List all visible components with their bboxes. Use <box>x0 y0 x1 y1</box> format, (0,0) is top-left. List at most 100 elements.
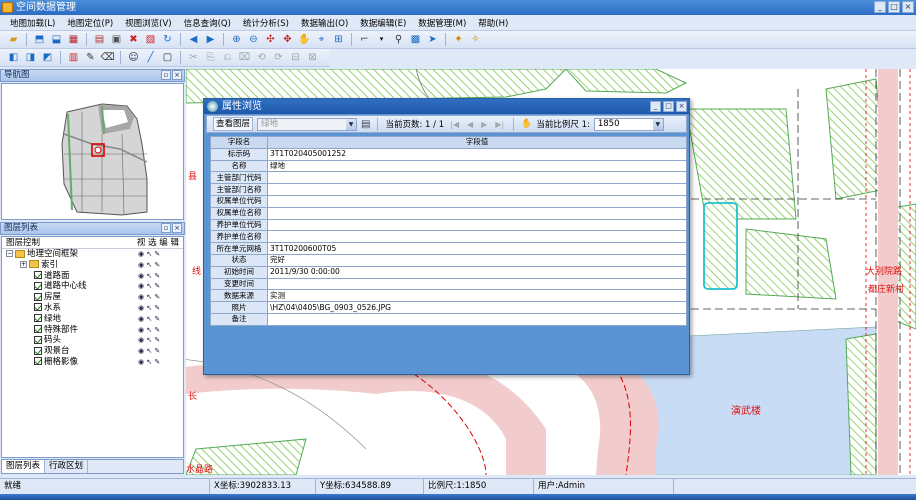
menu-data-edit[interactable]: 数据编辑(E) <box>354 17 412 29</box>
field-value-cell[interactable]: 3T1T0200600T05 <box>267 242 687 255</box>
menu-data-manage[interactable]: 数据管理(M) <box>412 17 472 29</box>
layer-flag-icons[interactable]: ◉ ↖ ✎ <box>138 357 160 368</box>
layer-select[interactable]: 绿地 ▼ <box>257 117 358 131</box>
panel-close-button[interactable]: × <box>172 70 182 80</box>
table-row[interactable]: 变更时间 <box>210 277 687 291</box>
attribute-icon[interactable]: ▥ <box>66 50 81 65</box>
layer-tree-item[interactable]: − 地理空间框架 ◉ ↖ ✎ <box>2 249 183 260</box>
maximize-button[interactable]: □ <box>888 1 900 13</box>
refresh-icon[interactable]: ↻ <box>160 32 175 47</box>
eraser-icon[interactable]: ⌫ <box>100 50 115 65</box>
layer-flag-icons[interactable]: ◉ ↖ ✎ <box>138 281 160 292</box>
dialog-minimize-button[interactable]: _ <box>650 101 661 112</box>
grid-icon[interactable]: ▦ <box>66 32 81 47</box>
zoom-in-icon[interactable]: ⊕ <box>229 32 244 47</box>
dialog-maximize-button[interactable]: □ <box>663 101 674 112</box>
prev-page-icon[interactable]: ◀ <box>465 120 475 129</box>
measure-icon[interactable]: ⌐ <box>357 32 372 47</box>
export-icon[interactable]: ▧ <box>143 32 158 47</box>
fixed-zoom-icon[interactable]: ✥ <box>280 32 295 47</box>
layer-tree-item[interactable]: 特殊部件 ◉ ↖ ✎ <box>2 325 183 336</box>
layer-flag-icons[interactable]: ◉ ↖ ✎ <box>138 325 160 336</box>
menu-view-browse[interactable]: 视图浏览(V) <box>119 17 177 29</box>
menu-map-load[interactable]: 地图加载(L) <box>4 17 61 29</box>
field-value-cell[interactable] <box>267 230 687 244</box>
forward-arrow-icon[interactable]: ▶ <box>203 32 218 47</box>
layer-tree-item[interactable]: 道路面 ◉ ↖ ✎ <box>2 271 183 282</box>
layer-tree-item[interactable]: + 索引 ◉ ↖ ✎ <box>2 260 183 271</box>
layer-tree-item[interactable]: 栅格影像 ◉ ↖ ✎ <box>2 357 183 368</box>
close-button[interactable]: × <box>902 1 914 13</box>
pan-hand-icon[interactable]: ✋ <box>297 32 312 47</box>
select-arrow-icon[interactable]: ➤ <box>425 32 440 47</box>
menu-help[interactable]: 帮助(H) <box>472 17 514 29</box>
layer-visibility-checkbox[interactable] <box>34 303 42 312</box>
layer-tree-item[interactable]: 观景台 ◉ ↖ ✎ <box>2 346 183 357</box>
full-extent-icon[interactable]: ✣ <box>263 32 278 47</box>
expand-toggle-icon[interactable]: + <box>20 260 27 268</box>
chevron-down-icon[interactable]: ▼ <box>346 118 357 130</box>
dialog-title-bar[interactable]: 属性浏览 _ □ × <box>204 99 689 114</box>
table-row[interactable]: 初始时间 2011/9/30 0:00:00 <box>210 265 687 279</box>
zoom-out-icon[interactable]: ⊖ <box>246 32 261 47</box>
layer-visibility-checkbox[interactable] <box>34 292 42 301</box>
line-tool-icon[interactable]: ╱ <box>143 50 158 65</box>
bookmark-icon[interactable]: ✦ <box>451 32 466 47</box>
table-icon[interactable]: ▤ <box>92 32 107 47</box>
layer-tree-item[interactable]: 房屋 ◉ ↖ ✎ <box>2 292 183 303</box>
field-value-cell[interactable]: 2011/9/30 0:00:00 <box>267 265 687 279</box>
add-layer-icon[interactable]: ⬒ <box>32 32 47 47</box>
table-row[interactable]: 养护单位名称 <box>210 230 687 244</box>
table-row[interactable]: 状态 完好 <box>210 253 687 267</box>
back-arrow-icon[interactable]: ◀ <box>186 32 201 47</box>
field-value-cell[interactable] <box>267 194 687 208</box>
menu-data-output[interactable]: 数据输出(O) <box>295 17 354 29</box>
identify-icon[interactable]: ⊞ <box>331 32 346 47</box>
table-row[interactable]: 权属单位名称 <box>210 206 687 220</box>
layer-visibility-checkbox[interactable] <box>34 346 42 355</box>
help-icon[interactable]: ✧ <box>468 32 483 47</box>
menu-statistics[interactable]: 统计分析(S) <box>237 17 295 29</box>
minimize-button[interactable]: _ <box>874 1 886 13</box>
route-icon[interactable]: ⚲ <box>391 32 406 47</box>
field-value-cell[interactable]: 实测 <box>267 289 687 303</box>
menu-info-query[interactable]: 信息查询(Q) <box>178 17 237 29</box>
chevron-down-icon[interactable]: ▼ <box>652 118 663 130</box>
field-value-cell[interactable]: 完好 <box>267 253 687 267</box>
print-icon[interactable]: ▣ <box>109 32 124 47</box>
layer-flag-icons[interactable]: ◉ ↖ ✎ <box>138 292 160 303</box>
scale-select[interactable]: 1850 ▼ <box>593 117 664 131</box>
next-page-icon[interactable]: ▶ <box>479 120 489 129</box>
open-folder-icon[interactable]: ▰ <box>6 32 21 47</box>
layer-edit-icon[interactable]: ◨ <box>23 50 38 65</box>
layer-flag-icons[interactable]: ◉ ↖ ✎ <box>138 303 160 314</box>
table-row[interactable]: 所在单元网格 3T1T0200600T05 <box>210 242 687 255</box>
remove-layer-icon[interactable]: ⬓ <box>49 32 64 47</box>
table-row[interactable]: 备注 <box>210 312 687 326</box>
field-value-cell[interactable] <box>267 218 687 232</box>
dialog-close-button[interactable]: × <box>676 101 687 112</box>
layer-tree-item[interactable]: 道路中心线 ◉ ↖ ✎ <box>2 281 183 292</box>
polygon-tool-icon[interactable]: ▢ <box>160 50 175 65</box>
navigator-overview-map[interactable] <box>1 83 184 220</box>
layer-flag-icons[interactable]: ◉ ↖ ✎ <box>138 346 160 357</box>
layer-tree-item[interactable]: 水系 ◉ ↖ ✎ <box>2 303 183 314</box>
table-row[interactable]: 名称 绿地 <box>210 159 687 173</box>
first-page-icon[interactable]: |◀ <box>448 120 461 129</box>
pan-hand-icon[interactable]: ✋ <box>521 119 532 129</box>
field-value-cell[interactable] <box>267 171 687 185</box>
table-row[interactable]: 权属单位代码 <box>210 194 687 208</box>
layer-visibility-checkbox[interactable] <box>34 281 42 290</box>
field-value-cell[interactable]: 3T1T020405001252 <box>267 147 687 161</box>
layer-tree-item[interactable]: 绿地 ◉ ↖ ✎ <box>2 314 183 325</box>
layer-flag-icons[interactable]: ◉ ↖ ✎ <box>138 335 160 346</box>
field-value-cell[interactable] <box>267 312 687 326</box>
layer-visibility-checkbox[interactable] <box>34 357 42 366</box>
user-icon[interactable]: ☺ <box>126 50 141 65</box>
tab-layer-list[interactable]: 图层列表 <box>2 460 46 473</box>
image-icon[interactable]: ▩ <box>408 32 423 47</box>
layer-flag-icons[interactable]: ◉ ↖ ✎ <box>138 271 160 282</box>
field-value-cell[interactable] <box>267 206 687 220</box>
layer-visibility-checkbox[interactable] <box>34 325 42 334</box>
crosshair-icon[interactable]: ⌖ <box>314 32 329 47</box>
